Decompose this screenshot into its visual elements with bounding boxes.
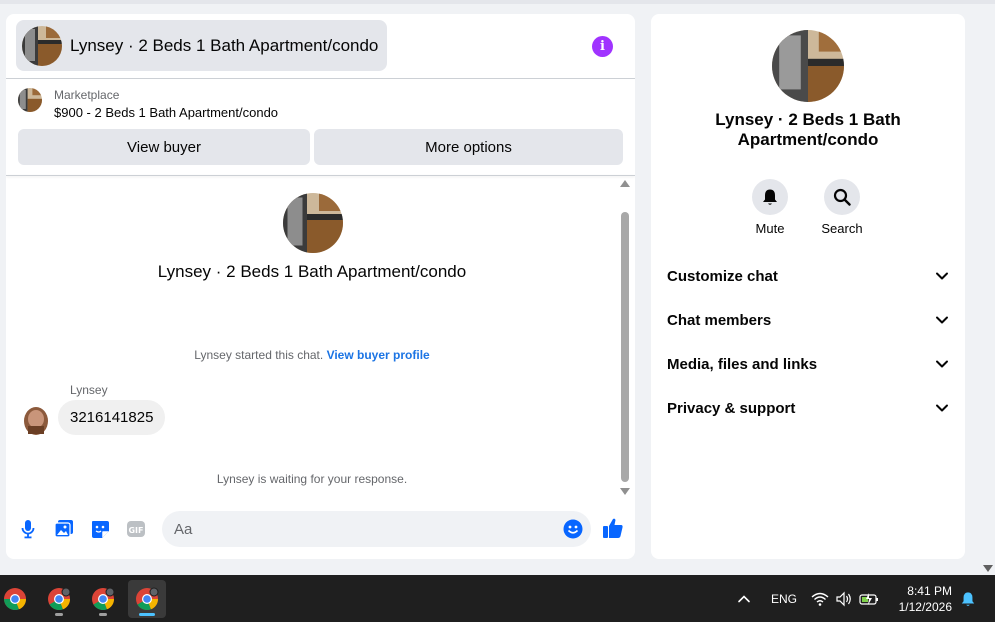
chat-avatar-large: [283, 193, 343, 253]
mute-label: Mute: [755, 221, 785, 236]
chat-info-panel: Lynsey · 2 Beds 1 Bath Apartment/condo M…: [651, 14, 965, 559]
taskbar-indicator: [99, 613, 107, 616]
chevron-up-icon: [738, 594, 750, 602]
chat-header[interactable]: Lynsey · 2 Beds 1 Bath Apartment/condo: [16, 20, 387, 71]
message-bubble[interactable]: 3216141825: [58, 400, 166, 435]
listing-thumbnail: [22, 25, 62, 66]
more-options-button[interactable]: More options: [314, 129, 623, 165]
message-input-placeholder: Aa: [174, 520, 193, 538]
privacy-support-label: Privacy & support: [667, 399, 796, 417]
chrome-profile-icon: [136, 587, 159, 611]
page-scroll-down-arrow[interactable]: [983, 565, 993, 572]
battery-charging-icon: [859, 592, 878, 605]
sender-name: Lynsey: [70, 383, 108, 397]
volume-icon: [836, 591, 851, 606]
marketplace-listing[interactable]: Marketplace $900 - 2 Beds 1 Bath Apartme…: [18, 88, 278, 120]
chevron-down-icon: [936, 316, 948, 324]
network-volume-battery[interactable]: [811, 575, 879, 622]
mute-action[interactable]: Mute: [740, 179, 800, 236]
taskbar-chrome-1[interactable]: [0, 580, 34, 618]
clock-time: 8:41 PM: [907, 584, 952, 598]
thumbs-up-icon[interactable]: [602, 517, 624, 539]
chrome-profile-icon: [92, 587, 115, 611]
language-indicator[interactable]: ENG: [771, 575, 797, 622]
view-buyer-profile-link[interactable]: View buyer profile: [327, 348, 430, 362]
chat-members-label: Chat members: [667, 311, 772, 329]
message-input[interactable]: Aa: [162, 511, 591, 547]
listing-small-thumbnail: [18, 88, 42, 112]
listing-title: $900 - 2 Beds 1 Bath Apartment/condo: [54, 105, 279, 120]
header-divider: [6, 78, 635, 79]
chevron-down-icon: [936, 272, 948, 280]
chat-scrollbar[interactable]: [621, 212, 629, 482]
waiting-notice: Lynsey is waiting for your response.: [216, 472, 408, 486]
chrome-profile-icon: [48, 587, 71, 611]
language-label: ENG: [771, 591, 798, 606]
message-composer: GIF Aa: [6, 509, 635, 549]
bell-icon: [763, 189, 777, 205]
marketplace-text: Marketplace $900 - 2 Beds 1 Bath Apartme…: [54, 88, 278, 120]
taskbar-indicator: [55, 613, 63, 616]
privacy-support-item[interactable]: Privacy & support: [667, 396, 949, 420]
taskbar-chrome-2[interactable]: [40, 580, 78, 618]
chevron-down-icon: [936, 404, 948, 412]
customize-chat-label: Customize chat: [667, 267, 778, 285]
sender-avatar[interactable]: [23, 406, 49, 436]
taskbar-chrome-4-active[interactable]: [128, 580, 166, 618]
info-panel-avatar: [772, 30, 844, 102]
notification-bell-icon: [961, 591, 975, 606]
actions-divider: [6, 175, 635, 176]
chat-panel: Lynsey · 2 Beds 1 Bath Apartment/condo i…: [6, 14, 635, 559]
svg-text:GIF: GIF: [128, 526, 143, 535]
notifications-button[interactable]: [960, 575, 976, 622]
media-files-links-item[interactable]: Media, files and links: [667, 352, 949, 376]
media-files-links-label: Media, files and links: [667, 355, 818, 373]
customize-chat-item[interactable]: Customize chat: [667, 264, 949, 288]
marketplace-label: Marketplace: [54, 88, 120, 102]
search-icon: [833, 188, 851, 206]
chat-started-notice: Lynsey started this chat. View buyer pro…: [6, 348, 618, 362]
scroll-down-arrow[interactable]: [620, 488, 630, 495]
top-strip: [0, 0, 995, 4]
info-icon[interactable]: i: [592, 36, 613, 57]
scroll-up-arrow[interactable]: [620, 180, 630, 187]
taskbar-indicator: [139, 613, 155, 616]
chat-members-item[interactable]: Chat members: [667, 308, 949, 332]
taskbar: ENG 8:41 PM 1/12/2026: [0, 575, 995, 622]
search-label: Search: [821, 221, 863, 236]
emoji-icon[interactable]: [563, 519, 583, 539]
taskbar-chrome-3[interactable]: [84, 580, 122, 618]
microphone-icon[interactable]: [18, 519, 38, 539]
tray-overflow-button[interactable]: [737, 575, 751, 622]
info-panel-name: Lynsey · 2 Beds 1 Bath Apartment/condo: [715, 110, 901, 149]
gif-icon[interactable]: GIF: [126, 519, 146, 539]
started-text: Lynsey started this chat.: [194, 348, 327, 362]
search-button[interactable]: [824, 179, 860, 215]
chevron-down-icon: [936, 360, 948, 368]
search-action[interactable]: Search: [812, 179, 872, 236]
sticker-icon[interactable]: [90, 519, 110, 539]
chat-center-name: Lynsey · 2 Beds 1 Bath Apartment/condo: [157, 262, 467, 281]
photo-icon[interactable]: [54, 519, 74, 539]
mute-button[interactable]: [752, 179, 788, 215]
chrome-icon: [4, 588, 27, 611]
clock-date: 1/12/2026: [898, 600, 952, 614]
wifi-icon: [811, 592, 829, 606]
system-clock[interactable]: 8:41 PM 1/12/2026: [880, 583, 952, 615]
chat-header-title: Lynsey · 2 Beds 1 Bath Apartment/condo: [70, 35, 379, 55]
view-buyer-button[interactable]: View buyer: [18, 129, 310, 165]
